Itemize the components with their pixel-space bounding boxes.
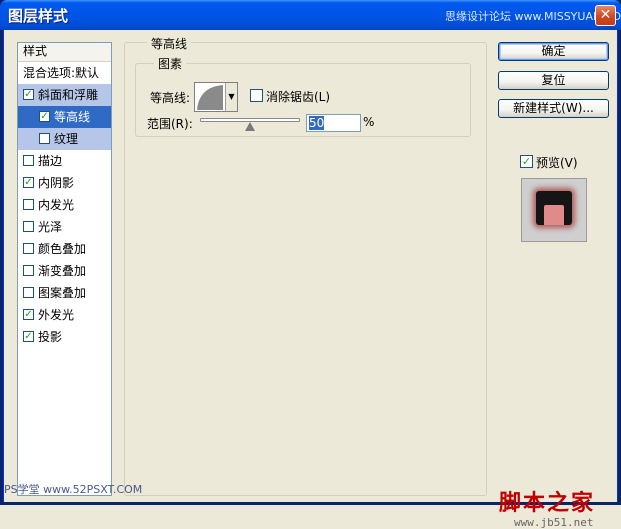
style-item-inner-shadow[interactable]: ✓ 内阴影 <box>18 172 111 194</box>
style-item-label: 纹理 <box>54 132 79 146</box>
style-item-label: 外发光 <box>38 308 75 322</box>
bottom-left-watermark: PS学堂 www.52PSXT.COM <box>4 483 143 496</box>
reset-button[interactable]: 复位 <box>498 71 609 90</box>
preview-checkbox[interactable]: ✓ <box>520 155 533 168</box>
style-item-label: 渐变叠加 <box>38 264 87 278</box>
style-item-label: 投影 <box>38 330 63 344</box>
style-item-label: 图案叠加 <box>38 286 87 300</box>
style-item-label: 内阴影 <box>38 176 75 190</box>
checkbox[interactable] <box>23 287 34 298</box>
style-item-stroke[interactable]: 描边 <box>18 150 111 172</box>
style-item-label: 光泽 <box>38 220 63 234</box>
checkbox[interactable]: ✓ <box>23 331 34 342</box>
range-unit: % <box>363 115 375 129</box>
checkbox[interactable] <box>39 133 50 144</box>
checkbox[interactable] <box>23 243 34 254</box>
style-item-color-overlay[interactable]: 颜色叠加 <box>18 238 111 260</box>
blend-options-item[interactable]: 混合选项:默认 <box>18 62 111 84</box>
styles-list-header: 样式 <box>18 43 111 62</box>
preview-label: 预览(V) <box>536 156 578 170</box>
style-item-bevel-emboss[interactable]: ✓ 斜面和浮雕 <box>18 84 111 106</box>
style-item-label: 颜色叠加 <box>38 242 87 256</box>
checkbox[interactable] <box>23 221 34 232</box>
contour-label: 等高线: <box>150 91 191 105</box>
contour-curve-icon <box>197 85 223 110</box>
site-url-watermark: www.jb51.net <box>514 516 594 529</box>
style-item-contour[interactable]: ✓ 等高线 <box>18 106 111 128</box>
close-icon[interactable]: ✕ <box>595 5 616 26</box>
style-item-pattern-overlay[interactable]: 图案叠加 <box>18 282 111 304</box>
style-item-label: 等高线 <box>54 110 91 124</box>
checkbox[interactable] <box>23 199 34 210</box>
style-item-inner-glow[interactable]: 内发光 <box>18 194 111 216</box>
style-preview <box>521 178 587 242</box>
panel-title: 等高线 <box>147 35 192 52</box>
style-item-drop-shadow[interactable]: ✓ 投影 <box>18 326 111 348</box>
range-input[interactable]: 50 <box>306 114 361 132</box>
anti-alias-label: 消除锯齿(L) <box>266 90 331 104</box>
checkbox[interactable] <box>23 265 34 276</box>
checkbox[interactable]: ✓ <box>23 89 34 100</box>
anti-alias-checkbox[interactable] <box>250 89 263 102</box>
range-slider-thumb[interactable] <box>245 122 255 131</box>
styles-list: 样式 混合选项:默认 ✓ 斜面和浮雕 ✓ 等高线 纹理 描边 ✓ 内阴影 内发光… <box>17 42 112 496</box>
dialog-body: 样式 混合选项:默认 ✓ 斜面和浮雕 ✓ 等高线 纹理 描边 ✓ 内阴影 内发光… <box>3 30 618 529</box>
checkbox[interactable]: ✓ <box>39 111 50 122</box>
style-item-gradient-overlay[interactable]: 渐变叠加 <box>18 260 111 282</box>
checkbox[interactable]: ✓ <box>23 177 34 188</box>
range-label: 范围(R): <box>147 117 193 131</box>
checkbox[interactable] <box>23 155 34 166</box>
ok-button[interactable]: 确定 <box>498 42 609 61</box>
group-title: 图素 <box>154 55 187 72</box>
new-style-button[interactable]: 新建样式(W)... <box>498 99 609 118</box>
style-item-label: 斜面和浮雕 <box>38 88 99 102</box>
layer-style-dialog: 图层样式 思缘设计论坛 www.MISSYUAN.COM ✕ 样式 混合选项:默… <box>0 0 621 529</box>
chevron-down-icon[interactable]: ▼ <box>225 83 237 111</box>
preview-swatch <box>536 191 572 225</box>
checkbox[interactable]: ✓ <box>23 309 34 320</box>
style-item-outer-glow[interactable]: ✓ 外发光 <box>18 304 111 326</box>
style-item-label: 描边 <box>38 154 63 168</box>
window-title: 图层样式 <box>8 7 69 25</box>
title-bar[interactable]: 图层样式 思缘设计论坛 www.MISSYUAN.COM ✕ <box>0 0 621 30</box>
style-item-texture[interactable]: 纹理 <box>18 128 111 150</box>
style-item-label: 内发光 <box>38 198 75 212</box>
style-item-satin[interactable]: 光泽 <box>18 216 111 238</box>
range-value: 50 <box>309 116 325 130</box>
site-watermark: 脚本之家 <box>499 490 596 516</box>
